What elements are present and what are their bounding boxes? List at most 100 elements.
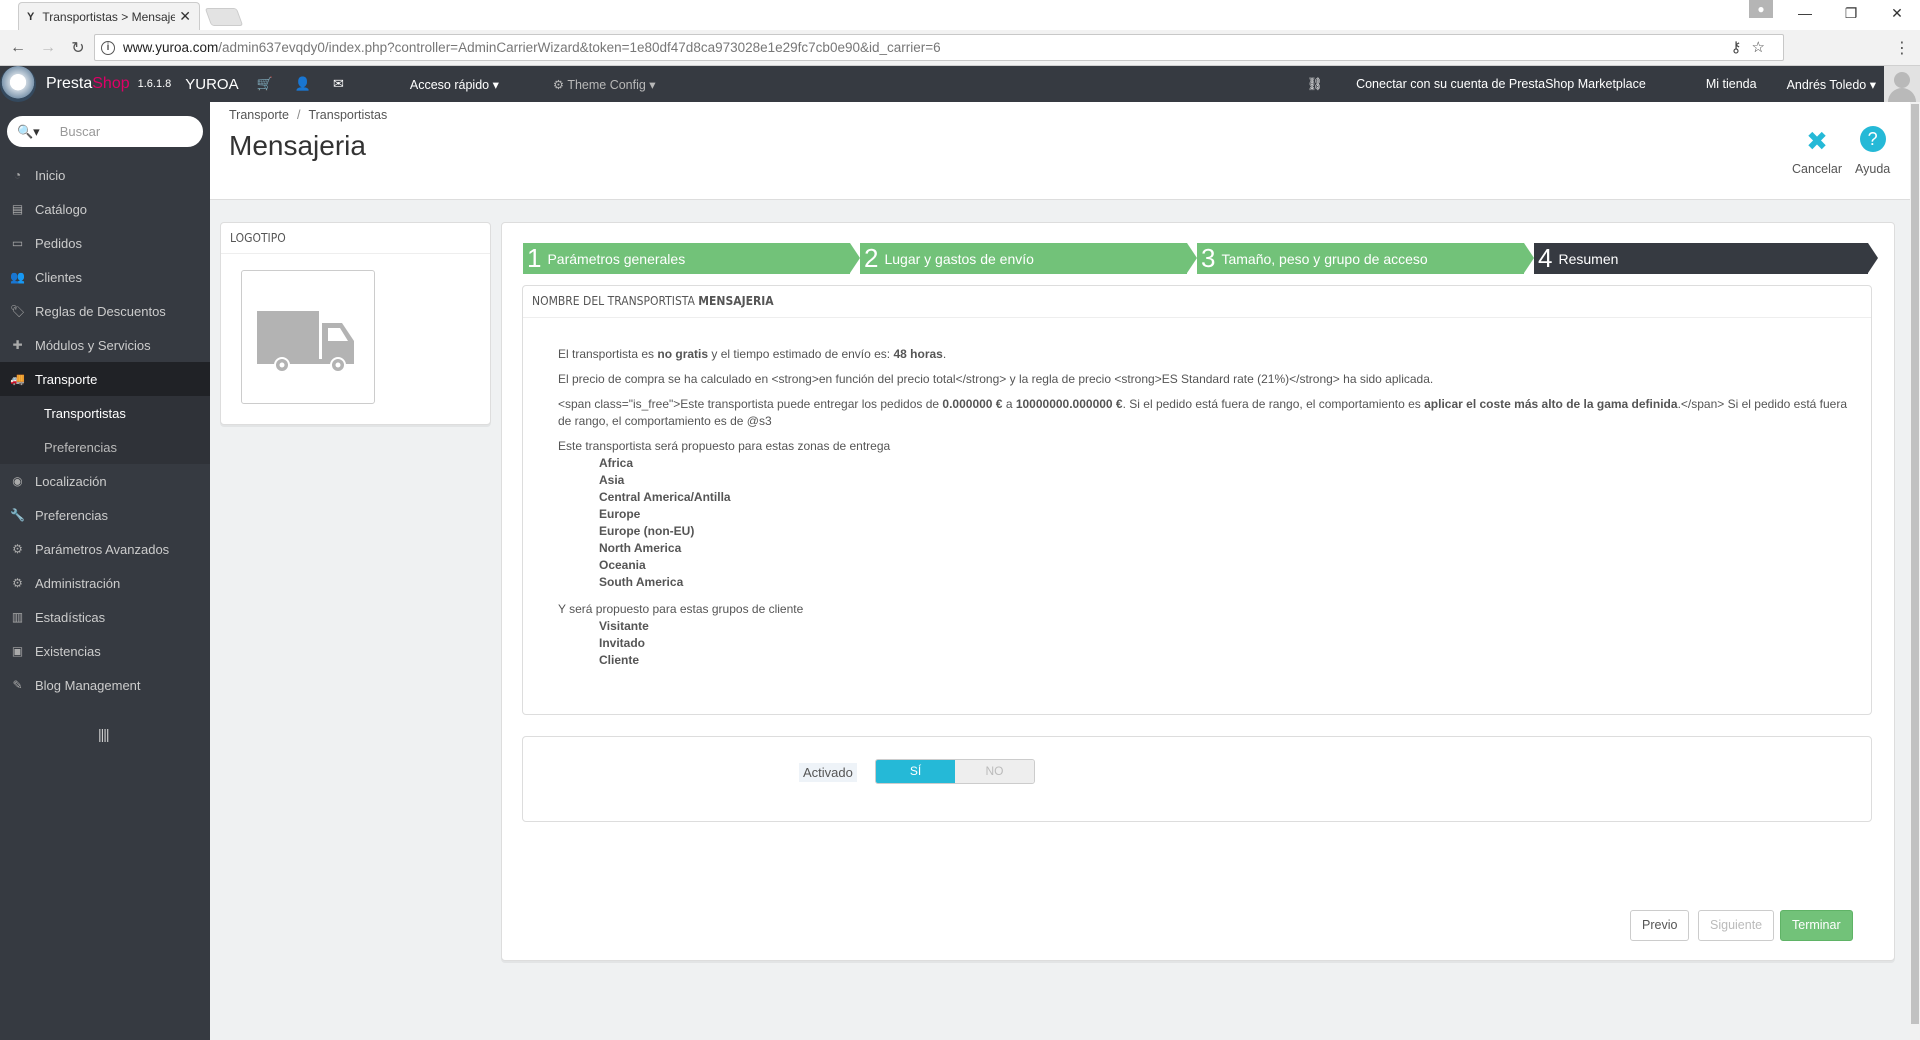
sidebar-item-preferencias[interactable]: 🔧 Preferencias: [0, 498, 210, 532]
help-button[interactable]: ? Ayuda: [1855, 126, 1890, 176]
sidebar: 🔍▾ Buscar ◔ Inicio ▤ Catálogo ▭ Pedidos 👥 Cl…: [0, 102, 210, 1040]
step-number: 3: [1201, 243, 1216, 273]
my-shop-link[interactable]: Mi tienda: [1706, 77, 1757, 91]
active-panel: Activado SÍ NO: [522, 736, 1872, 822]
range-max: 10000000.000000 €: [1015, 397, 1123, 411]
toggle-yes[interactable]: SÍ: [876, 760, 955, 783]
summary-line-range: <span class="is_free">Este transportista…: [558, 396, 1848, 430]
active-toggle[interactable]: SÍ NO: [875, 759, 1035, 784]
version-label: 1.6.1.8: [137, 78, 172, 90]
search-icon[interactable]: 🔍▾: [17, 124, 40, 140]
sidebar-subitem-preferencias[interactable]: Preferencias: [0, 430, 210, 464]
search-input[interactable]: 🔍▾ Buscar: [7, 116, 203, 147]
prestashop-logo[interactable]: [0, 66, 36, 102]
sidebar-item-descuentos[interactable]: 🏷 Reglas de Descuentos: [0, 294, 210, 328]
close-window-icon[interactable]: ✕: [1874, 5, 1920, 22]
sidebar-item-existencias[interactable]: ▣ Existencias: [0, 634, 210, 668]
sidebar-item-pedidos[interactable]: ▭ Pedidos: [0, 226, 210, 260]
wizard-panel: 1 Parámetros generales 2 Lugar y gastos de…: [501, 222, 1895, 961]
cancel-button[interactable]: ✖ Cancelar: [1792, 126, 1842, 176]
sidebar-item-blog[interactable]: ✎ Blog Management: [0, 668, 210, 702]
sidebar-item-localizacion[interactable]: ◉ Localización: [0, 464, 210, 498]
toggle-no[interactable]: NO: [955, 760, 1034, 783]
sidebar-subitem-transportistas[interactable]: Transportistas: [0, 396, 210, 430]
collapse-menu-icon[interactable]: ||||: [98, 726, 110, 742]
summary-heading: NOMBRE DEL TRANSPORTISTA MENSAJERIA: [523, 286, 1871, 318]
close-tab-icon[interactable]: ✕: [179, 8, 191, 25]
sidebar-item-label: Inicio: [35, 167, 66, 183]
avatar[interactable]: [1884, 66, 1920, 102]
list-item: Europe: [599, 507, 641, 521]
credit-card-icon: ▭: [11, 236, 24, 250]
list-item: Africa: [599, 456, 634, 470]
address-bar: ← → ↻ i www.yuroa.com/admin637evqdy0/ind…: [0, 30, 1920, 66]
previous-button[interactable]: Previo: [1630, 910, 1690, 941]
back-icon[interactable]: ←: [6, 39, 30, 57]
customer-icon[interactable]: 👤: [295, 76, 311, 92]
carrier-logo[interactable]: [241, 270, 375, 404]
theme-config-menu[interactable]: ⚙ Theme Config ▾: [553, 77, 656, 92]
sidebar-item-inicio[interactable]: ◔ Inicio: [0, 158, 210, 192]
text-fragment: . Si el pedido está fuera de rango, el c…: [1122, 397, 1425, 411]
user-menu[interactable]: Andrés Toledo ▾: [1787, 77, 1876, 92]
url-input[interactable]: i www.yuroa.com/admin637evqdy0/index.php…: [94, 34, 1784, 61]
reload-icon[interactable]: ↻: [66, 38, 90, 58]
breadcrumb-separator: /: [296, 108, 301, 122]
shop-name: YUROA: [185, 75, 239, 93]
finish-button[interactable]: Terminar: [1780, 910, 1853, 941]
list-item: Central America/Antilla: [599, 490, 731, 504]
info-icon[interactable]: i: [101, 40, 115, 55]
bookmark-star-icon[interactable]: ☆: [1752, 39, 1775, 56]
step-2[interactable]: 2 Lugar y gastos de envío: [860, 243, 1197, 274]
text-fragment: <span class="is_free">Este transportista…: [558, 397, 943, 411]
sidebar-item-estadisticas[interactable]: ▥ Estadísticas: [0, 600, 210, 634]
marketplace-link[interactable]: ⛓ Conectar con su cuenta de PrestaShop M…: [1307, 77, 1676, 92]
profile-icon[interactable]: ●: [1749, 0, 1773, 18]
minimize-icon[interactable]: —: [1782, 5, 1828, 21]
sidebar-item-transporte[interactable]: 🚚 Transporte: [0, 362, 210, 396]
cart-icon[interactable]: 🛒: [257, 76, 273, 92]
sidebar-item-avanzados[interactable]: ⚙ Parámetros Avanzados: [0, 532, 210, 566]
scrollbar-thumb[interactable]: [1911, 104, 1919, 1024]
next-button[interactable]: Siguiente: [1698, 910, 1775, 941]
browser-tab[interactable]: Y Transportistas > Mensaje ✕: [18, 2, 200, 30]
link-icon: ⛓: [1306, 76, 1327, 91]
header-right: ⛓ Conectar con su cuenta de PrestaShop M…: [1307, 66, 1920, 102]
browser-menu-icon[interactable]: ⋮: [1894, 38, 1910, 58]
sidebar-item-administracion[interactable]: ⚙ Administración: [0, 566, 210, 600]
page-header: Transporte / Transportistas Mensajeria ✖ C…: [210, 102, 1910, 200]
sidebar-item-modulos[interactable]: ✚ Módulos y Servicios: [0, 328, 210, 362]
message-icon[interactable]: ✉: [333, 76, 344, 92]
sidebar-item-label: Catálogo: [35, 201, 88, 217]
step-1[interactable]: 1 Parámetros generales: [523, 243, 860, 274]
sidebar-item-catalogo[interactable]: ▤ Catálogo: [0, 192, 210, 226]
help-label: Ayuda: [1855, 162, 1891, 176]
sidebar-item-clientes[interactable]: 👥 Clientes: [0, 260, 210, 294]
new-tab-button[interactable]: [204, 8, 244, 26]
brand-name: PrestaShop: [46, 75, 130, 93]
step-3[interactable]: 3 Tamaño, peso y grupo de acceso: [1197, 243, 1534, 274]
list-item: Invitado: [599, 636, 646, 650]
breadcrumb-transportistas[interactable]: Transportistas: [308, 108, 387, 122]
forward-icon[interactable]: →: [36, 39, 60, 57]
admin-header: PrestaShop 1.6.1.8 YUROA 🛒 👤 ✉ Acceso rá…: [0, 66, 1920, 102]
text-fragment: y el tiempo estimado de envío es:: [708, 347, 894, 361]
breadcrumb-transporte[interactable]: Transporte: [229, 108, 289, 122]
list-item: South America: [599, 575, 684, 589]
url-host: www.yuroa.com: [123, 40, 219, 55]
page-scrollbar[interactable]: [1910, 102, 1920, 1040]
restore-icon[interactable]: ❐: [1828, 5, 1874, 22]
carrier-name: MENSAJERIA: [698, 294, 774, 308]
window-controls: — ❐ ✕: [1782, 0, 1920, 26]
zones-intro: Este transportista será propuesto para e…: [558, 439, 891, 453]
browser-tabbar: Y Transportistas > Mensaje ✕ ● — ❐ ✕: [0, 0, 1920, 30]
step-label: Tamaño, peso y grupo de acceso: [1221, 250, 1428, 267]
active-label: Activado: [799, 763, 857, 782]
sidebar-item-label: Existencias: [35, 643, 101, 659]
list-item: North America: [599, 541, 682, 555]
summary-line-price: El precio de compra se ha calculado en <…: [558, 372, 1434, 386]
url-path: /admin637evqdy0/index.php?controller=Adm…: [218, 40, 941, 55]
key-icon[interactable]: ⚷: [1731, 39, 1752, 56]
quick-access-menu[interactable]: Acceso rápido ▾: [410, 77, 499, 92]
step-4[interactable]: 4 Resumen: [1534, 243, 1878, 274]
